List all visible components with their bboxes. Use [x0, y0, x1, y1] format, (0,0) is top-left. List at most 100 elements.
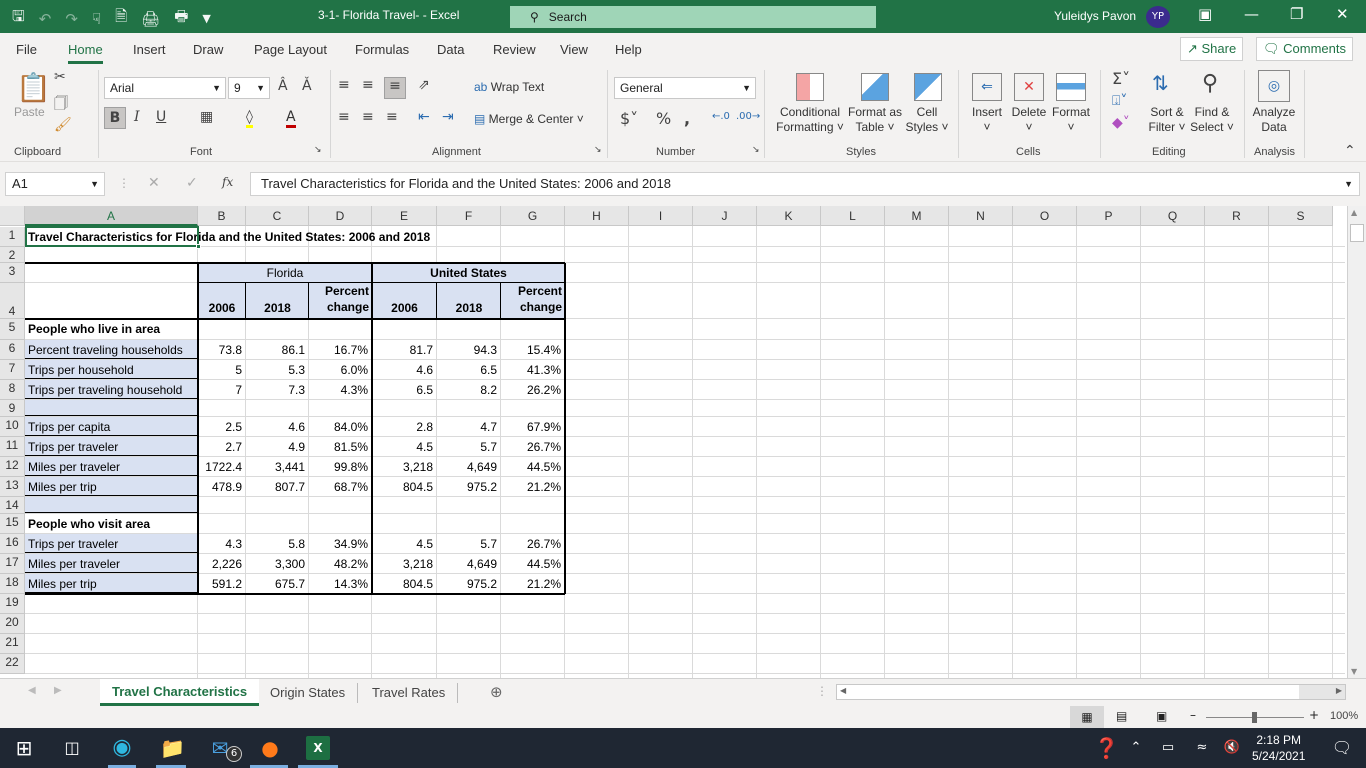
align-center-icon[interactable]: ≡ [362, 109, 374, 125]
row-header-12[interactable]: 12 [0, 457, 25, 477]
page-break-view-icon[interactable]: ▣ [1156, 709, 1167, 723]
page-layout-view-icon[interactable]: ▤ [1116, 709, 1127, 723]
data-cell-fl18[interactable]: 7.3 [246, 383, 307, 397]
row-header-8[interactable]: 8 [0, 380, 25, 400]
data-cell-us06[interactable]: 804.5 [372, 480, 435, 494]
minimize-icon[interactable]: — [1244, 5, 1259, 23]
row-header-13[interactable]: 13 [0, 477, 25, 497]
data-cell-flp[interactable]: 14.3% [309, 577, 370, 591]
data-cell-fl18[interactable]: 86.1 [246, 343, 307, 357]
data-cell-fl18[interactable]: 3,300 [246, 557, 307, 571]
print-preview-icon[interactable]: 🖨 [141, 10, 160, 28]
merge-center-button[interactable]: ▤ Merge & Center ˅ [474, 112, 584, 127]
data-cell-us18[interactable]: 4.7 [437, 420, 499, 434]
percent-icon[interactable]: % [656, 109, 671, 128]
format-painter-icon[interactable]: 🖌 [54, 117, 72, 133]
row-header-14[interactable]: 14 [0, 497, 25, 514]
column-header-s[interactable]: S [1269, 206, 1333, 226]
comma-icon[interactable]: , [684, 109, 690, 128]
column-header-i[interactable]: I [629, 206, 693, 226]
increase-decimal-icon[interactable]: ←.0 [712, 111, 730, 122]
data-cell-usp[interactable]: 26.7% [501, 537, 563, 551]
row-label[interactable]: Miles per traveler [28, 557, 120, 571]
search-box[interactable]: ⚲ Search [510, 6, 876, 28]
align-left-icon[interactable]: ≡ [338, 109, 350, 125]
data-cell-us06[interactable]: 6.5 [372, 383, 435, 397]
user-name[interactable]: Yuleidys Pavon [1054, 9, 1136, 23]
scroll-thumb[interactable] [1350, 224, 1364, 242]
data-cell-us06[interactable]: 4.6 [372, 363, 435, 377]
tab-data[interactable]: Data [437, 42, 464, 57]
decrease-indent-icon[interactable]: ⇤ [418, 109, 430, 125]
tab-formulas[interactable]: Formulas [355, 42, 409, 57]
column-header-r[interactable]: R [1205, 206, 1269, 226]
comments-button[interactable]: 🗨 Comments [1256, 37, 1353, 61]
battery-icon[interactable]: ▭ [1156, 736, 1180, 760]
paste-icon[interactable]: 📋 [16, 71, 51, 104]
wrap-text-button[interactable]: ab Wrap Text [474, 80, 544, 95]
data-cell-us18[interactable]: 94.3 [437, 343, 499, 357]
column-header-o[interactable]: O [1013, 206, 1077, 226]
column-header-h[interactable]: H [565, 206, 629, 226]
tab-draw[interactable]: Draw [193, 42, 223, 57]
row-label[interactable]: Trips per household [28, 363, 134, 377]
restore-icon[interactable]: ❐ [1290, 5, 1303, 23]
underline-button[interactable]: U [156, 109, 166, 125]
sheet-tab-travel-rates[interactable]: Travel Rates [360, 683, 459, 703]
currency-icon[interactable]: $˅ [620, 109, 638, 128]
column-header-e[interactable]: E [372, 206, 437, 226]
row-header-10[interactable]: 10 [0, 417, 25, 437]
data-cell-usp[interactable]: 26.2% [501, 383, 563, 397]
font-color-icon[interactable]: A [286, 109, 296, 128]
tab-review[interactable]: Review [493, 42, 536, 57]
data-cell-us18[interactable]: 6.5 [437, 363, 499, 377]
data-cell-usp[interactable]: 21.2% [501, 480, 563, 494]
ribbon-display-icon[interactable]: ▣ [1198, 5, 1212, 23]
column-header-p[interactable]: P [1077, 206, 1141, 226]
row-header-6[interactable]: 6 [0, 340, 25, 360]
format-button[interactable]: Format ˅ [1050, 105, 1092, 135]
data-cell-flp[interactable]: 34.9% [309, 537, 370, 551]
column-header-k[interactable]: K [757, 206, 821, 226]
data-cell-usp[interactable]: 26.7% [501, 440, 563, 454]
column-header-m[interactable]: M [885, 206, 949, 226]
tab-help[interactable]: Help [615, 42, 642, 57]
row-header-16[interactable]: 16 [0, 534, 25, 554]
data-cell-fl06[interactable]: 478.9 [198, 480, 244, 494]
data-cell-us18[interactable]: 975.2 [437, 577, 499, 591]
data-cell-fl06[interactable]: 73.8 [198, 343, 244, 357]
autosum-icon[interactable]: Σ˅ [1112, 69, 1130, 88]
data-cell-us18[interactable]: 975.2 [437, 480, 499, 494]
data-cell-us06[interactable]: 81.7 [372, 343, 435, 357]
data-cell-us18[interactable]: 4,649 [437, 460, 499, 474]
font-size-combo[interactable]: 9 ▼ [228, 77, 270, 99]
undo-icon[interactable]: ↶ [39, 10, 52, 28]
tab-view[interactable]: View [560, 42, 588, 57]
data-cell-us06[interactable]: 3,218 [372, 557, 435, 571]
edge-icon[interactable]: ◉ [110, 736, 134, 760]
borders-icon[interactable]: ▦ [200, 109, 213, 125]
data-cell-flp[interactable]: 6.0% [309, 363, 370, 377]
data-cell-fl18[interactable]: 4.9 [246, 440, 307, 454]
cell-styles-button[interactable]: Cell Styles ˅ [904, 105, 950, 135]
scroll-down-icon[interactable]: ▼ [1351, 667, 1357, 676]
windows-start-icon[interactable]: ⊞ [12, 736, 36, 760]
data-cell-us18[interactable]: 5.7 [437, 440, 499, 454]
data-cell-flp[interactable]: 99.8% [309, 460, 370, 474]
data-cell-fl06[interactable]: 7 [198, 383, 244, 397]
data-cell-fl18[interactable]: 3,441 [246, 460, 307, 474]
volume-muted-icon[interactable]: 🔇 [1220, 736, 1244, 760]
scroll-right-icon[interactable]: ▶ [1336, 686, 1342, 695]
sheet-tab-travel-characteristics[interactable]: Travel Characteristics [100, 679, 260, 706]
prev-sheet-icon[interactable]: ◀ [28, 685, 36, 696]
zoom-slider-thumb[interactable] [1252, 712, 1257, 723]
enter-icon[interactable]: ✓ [186, 175, 198, 191]
font-dialog-launcher-icon[interactable]: ↘ [314, 145, 322, 155]
file-explorer-icon[interactable]: 📁 [160, 736, 185, 760]
row-header-2[interactable]: 2 [0, 247, 25, 263]
copy-icon[interactable]: 🗍 [54, 93, 68, 117]
data-cell-usp[interactable]: 44.5% [501, 557, 563, 571]
delete-button[interactable]: Delete ˅ [1010, 105, 1048, 135]
data-cell-fl18[interactable]: 4.6 [246, 420, 307, 434]
zoom-out-icon[interactable]: – [1190, 708, 1196, 722]
